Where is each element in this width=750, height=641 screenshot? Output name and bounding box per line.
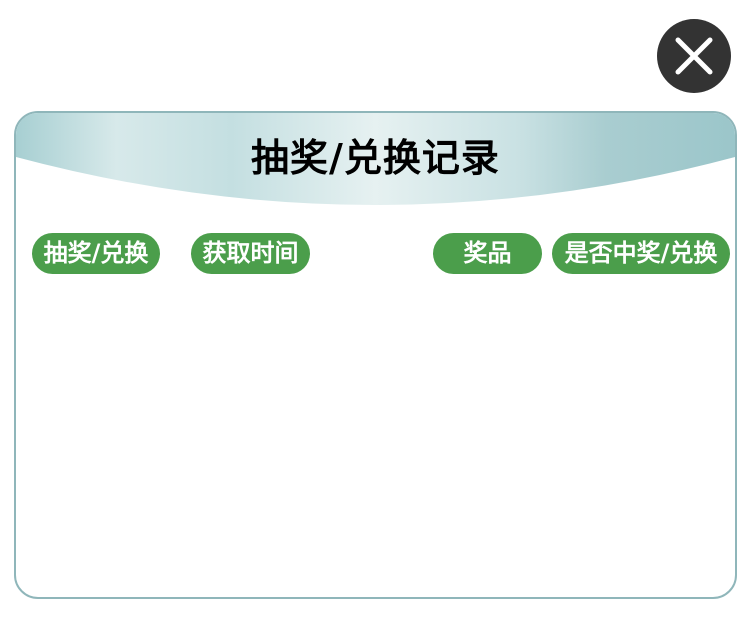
column-header-prize[interactable]: 奖品 — [433, 233, 542, 274]
close-icon — [675, 37, 713, 75]
dialog-title: 抽奖/兑换记录 — [251, 136, 500, 180]
close-button[interactable] — [657, 19, 731, 93]
page: 抽奖/兑换记录 抽奖/兑换 获取时间 奖品 是否中奖/兑换 — [0, 0, 750, 641]
records-list — [32, 285, 719, 585]
column-header-draw-exchange[interactable]: 抽奖/兑换 — [32, 233, 160, 274]
column-header-time[interactable]: 获取时间 — [191, 233, 310, 274]
column-header-status[interactable]: 是否中奖/兑换 — [552, 233, 730, 274]
records-dialog: 抽奖/兑换记录 抽奖/兑换 获取时间 奖品 是否中奖/兑换 — [14, 111, 737, 599]
